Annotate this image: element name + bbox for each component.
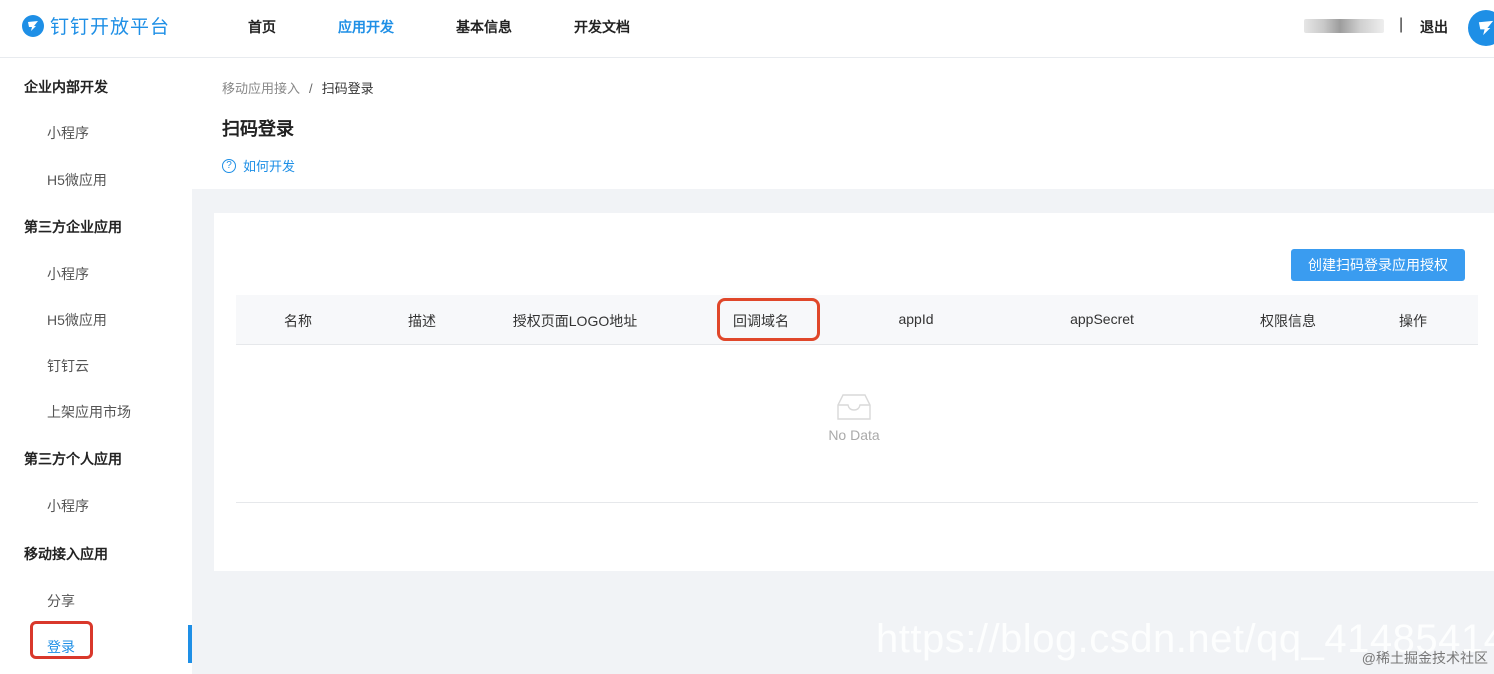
sidebar-group-third-party-personal: 第三方个人应用 bbox=[24, 451, 122, 467]
column-header-description: 描述 bbox=[408, 313, 436, 329]
column-header-appsecret: appSecret bbox=[1070, 311, 1134, 327]
page-title: 扫码登录 bbox=[222, 119, 294, 139]
sidebar-item-enterprise-miniprogram[interactable]: 小程序 bbox=[47, 264, 89, 284]
column-header-appid: appId bbox=[898, 311, 934, 327]
sidebar-item-app-market[interactable]: 上架应用市场 bbox=[47, 402, 131, 422]
brand[interactable]: 钉钉开放平台 bbox=[22, 12, 170, 39]
main-content: 移动应用接入 / 扫码登录 扫码登录 ? 如何开发 创建扫码登录应用授权 名称 描述… bbox=[192, 59, 1494, 674]
nav-basic-info[interactable]: 基本信息 bbox=[456, 17, 512, 37]
callback-domain-highlight-box bbox=[717, 298, 820, 341]
nav-home[interactable]: 首页 bbox=[248, 17, 276, 37]
help-link-label: 如何开发 bbox=[243, 159, 296, 174]
breadcrumb-parent[interactable]: 移动应用接入 bbox=[222, 81, 300, 96]
how-to-develop-link[interactable]: ? 如何开发 bbox=[222, 156, 295, 175]
sidebar-item-personal-miniprogram[interactable]: 小程序 bbox=[47, 496, 89, 516]
main-nav: 首页 应用开发 基本信息 开发文档 bbox=[248, 17, 692, 37]
content-card: 创建扫码登录应用授权 名称 描述 授权页面LOGO地址 回调域名 appId a… bbox=[214, 213, 1494, 571]
dingtalk-avatar-icon bbox=[1478, 20, 1494, 36]
user-separator: | bbox=[1399, 16, 1404, 33]
logout-link[interactable]: 退出 bbox=[1420, 17, 1448, 37]
sidebar-group-mobile-access: 移动接入应用 bbox=[24, 546, 108, 562]
breadcrumb: 移动应用接入 / 扫码登录 bbox=[222, 78, 374, 97]
sidebar: 企业内部开发 小程序 H5微应用 第三方企业应用 小程序 H5微应用 钉钉云 上… bbox=[0, 59, 192, 674]
column-header-permissions: 权限信息 bbox=[1260, 313, 1316, 329]
sidebar-item-enterprise-h5[interactable]: H5微应用 bbox=[47, 310, 107, 330]
table-bottom-border bbox=[236, 502, 1478, 503]
breadcrumb-current: 扫码登录 bbox=[321, 81, 374, 96]
table-header: 名称 描述 授权页面LOGO地址 回调域名 appId appSecret 权限… bbox=[236, 295, 1478, 345]
sidebar-item-share[interactable]: 分享 bbox=[47, 591, 75, 611]
sidebar-group-third-party-enterprise: 第三方企业应用 bbox=[24, 219, 122, 235]
question-circle-icon: ? bbox=[222, 158, 236, 173]
brand-name: 钉钉开放平台 bbox=[50, 17, 171, 38]
empty-state: No Data bbox=[214, 393, 1494, 443]
sidebar-item-dingtalk-cloud[interactable]: 钉钉云 bbox=[47, 356, 89, 376]
page-header: 移动应用接入 / 扫码登录 扫码登录 ? 如何开发 bbox=[192, 59, 1494, 189]
nav-app-dev[interactable]: 应用开发 bbox=[338, 17, 394, 37]
sidebar-group-internal: 企业内部开发 bbox=[24, 79, 108, 95]
avatar[interactable] bbox=[1468, 10, 1494, 46]
empty-inbox-icon bbox=[837, 394, 871, 420]
username-redacted bbox=[1304, 19, 1384, 33]
column-header-logo-url: 授权页面LOGO地址 bbox=[512, 313, 638, 329]
login-highlight-box bbox=[30, 621, 93, 659]
create-qr-login-auth-button[interactable]: 创建扫码登录应用授权 bbox=[1291, 249, 1465, 281]
sidebar-item-internal-h5[interactable]: H5微应用 bbox=[47, 170, 107, 190]
breadcrumb-separator: / bbox=[309, 81, 313, 96]
sidebar-item-internal-miniprogram[interactable]: 小程序 bbox=[47, 123, 89, 143]
column-header-actions: 操作 bbox=[1399, 313, 1427, 329]
user-area: | 退出 bbox=[1254, 0, 1494, 58]
dingtalk-logo-icon bbox=[22, 14, 44, 37]
juejin-credit: @稀土掘金技术社区 bbox=[1361, 650, 1488, 666]
top-bar: 钉钉开放平台 首页 应用开发 基本信息 开发文档 | 退出 bbox=[0, 0, 1494, 58]
nav-dev-docs[interactable]: 开发文档 bbox=[574, 17, 630, 37]
column-header-name: 名称 bbox=[284, 313, 312, 329]
empty-text: No Data bbox=[828, 427, 880, 443]
